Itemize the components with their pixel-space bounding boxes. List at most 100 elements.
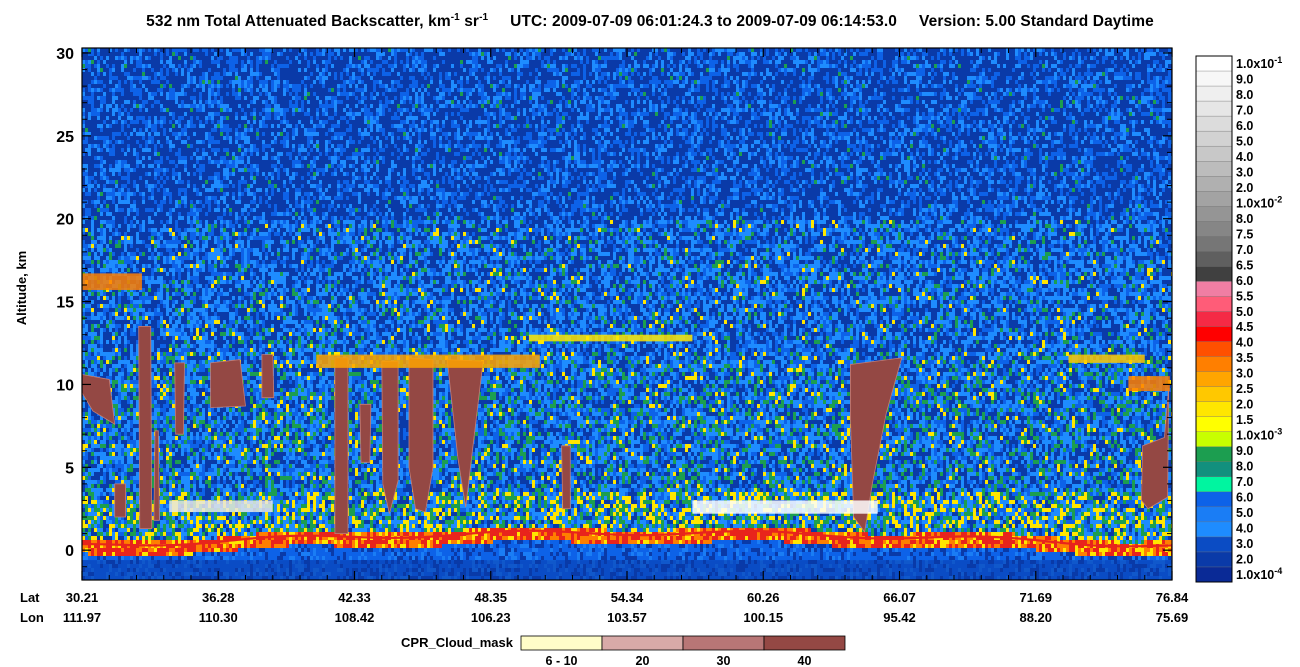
backscatter-cell [109, 476, 112, 480]
backscatter-cell [109, 372, 112, 376]
backscatter-cell [97, 304, 100, 308]
backscatter-cell [106, 352, 109, 356]
backscatter-cell [100, 340, 103, 344]
backscatter-cell [88, 180, 91, 184]
backscatter-cell [100, 220, 103, 224]
backscatter-cell [106, 320, 109, 324]
backscatter-cell [118, 384, 121, 388]
backscatter-cell [88, 256, 91, 260]
backscatter-cell [112, 148, 115, 152]
backscatter-cell [97, 508, 100, 512]
backscatter-cell [88, 188, 91, 192]
backscatter-cell [88, 480, 91, 484]
backscatter-cell [100, 424, 103, 428]
backscatter-cell [115, 232, 118, 236]
backscatter-cell [112, 96, 115, 100]
backscatter-cell [94, 108, 97, 112]
backscatter-cell [118, 444, 121, 448]
backscatter-cell [115, 556, 118, 560]
backscatter-cell [88, 504, 91, 508]
backscatter-cell [103, 248, 106, 252]
backscatter-cell [118, 360, 121, 364]
backscatter-cell [94, 552, 97, 556]
backscatter-cell [118, 172, 121, 176]
backscatter-cell [106, 556, 109, 560]
backscatter-cell [100, 548, 103, 552]
backscatter-cell [97, 504, 100, 508]
backscatter-cell [106, 340, 109, 344]
backscatter-cell [106, 552, 109, 556]
backscatter-cell [91, 372, 94, 376]
backscatter-cell [118, 196, 121, 200]
backscatter-cell [118, 352, 121, 356]
backscatter-cell [91, 492, 94, 496]
backscatter-cell [115, 164, 118, 168]
backscatter-cell [118, 416, 121, 420]
backscatter-cell [97, 480, 100, 484]
backscatter-cell [100, 364, 103, 368]
backscatter-cell [112, 296, 115, 300]
backscatter-cell [94, 252, 97, 256]
backscatter-cell [112, 268, 115, 272]
backscatter-cell [112, 552, 115, 556]
backscatter-cell [85, 180, 88, 184]
backscatter-cell [85, 64, 88, 68]
backscatter-cell [115, 56, 118, 60]
backscatter-cell [94, 136, 97, 140]
backscatter-cell [85, 412, 88, 416]
backscatter-cell [115, 312, 118, 316]
backscatter-cell [94, 144, 97, 148]
backscatter-cell [106, 180, 109, 184]
backscatter-cell [109, 492, 112, 496]
backscatter-cell [103, 168, 106, 172]
backscatter-cell [97, 436, 100, 440]
backscatter-cell [112, 100, 115, 104]
backscatter-cell [115, 304, 118, 308]
backscatter-cell [91, 360, 94, 364]
backscatter-cell [91, 536, 94, 540]
backscatter-cell [112, 364, 115, 368]
backscatter-cell [100, 492, 103, 496]
backscatter-cell [94, 520, 97, 524]
backscatter-cell [100, 212, 103, 216]
backscatter-cell [94, 76, 97, 80]
backscatter-cell [88, 432, 91, 436]
backscatter-cell [112, 320, 115, 324]
backscatter-cell [115, 540, 118, 544]
backscatter-cell [115, 328, 118, 332]
backscatter-cell [88, 412, 91, 416]
backscatter-cell [112, 440, 115, 444]
backscatter-cell [106, 264, 109, 268]
backscatter-cell [91, 216, 94, 220]
backscatter-cell [118, 336, 121, 340]
backscatter-cell [103, 424, 106, 428]
backscatter-cell [115, 120, 118, 124]
backscatter-cell [103, 60, 106, 64]
backscatter-cell [106, 500, 109, 504]
backscatter-cell [97, 264, 100, 268]
backscatter-cell [85, 328, 88, 332]
backscatter-cell [97, 68, 100, 72]
backscatter-cell [112, 88, 115, 92]
backscatter-cell [106, 496, 109, 500]
backscatter-cell [103, 84, 106, 88]
backscatter-cell [88, 316, 91, 320]
backscatter-cell [85, 324, 88, 328]
backscatter-cell [109, 528, 112, 532]
backscatter-cell [106, 488, 109, 492]
backscatter-cell [100, 208, 103, 212]
backscatter-cell [103, 364, 106, 368]
backscatter-cell [118, 56, 121, 60]
backscatter-cell [85, 444, 88, 448]
backscatter-cell [106, 136, 109, 140]
backscatter-cell [100, 456, 103, 460]
backscatter-cell [97, 340, 100, 344]
backscatter-cell [97, 468, 100, 472]
backscatter-cell [112, 532, 115, 536]
backscatter-cell [91, 220, 94, 224]
backscatter-cell [112, 424, 115, 428]
backscatter-cell [118, 308, 121, 312]
backscatter-cell [97, 80, 100, 84]
backscatter-cell [85, 252, 88, 256]
backscatter-cell [115, 108, 118, 112]
